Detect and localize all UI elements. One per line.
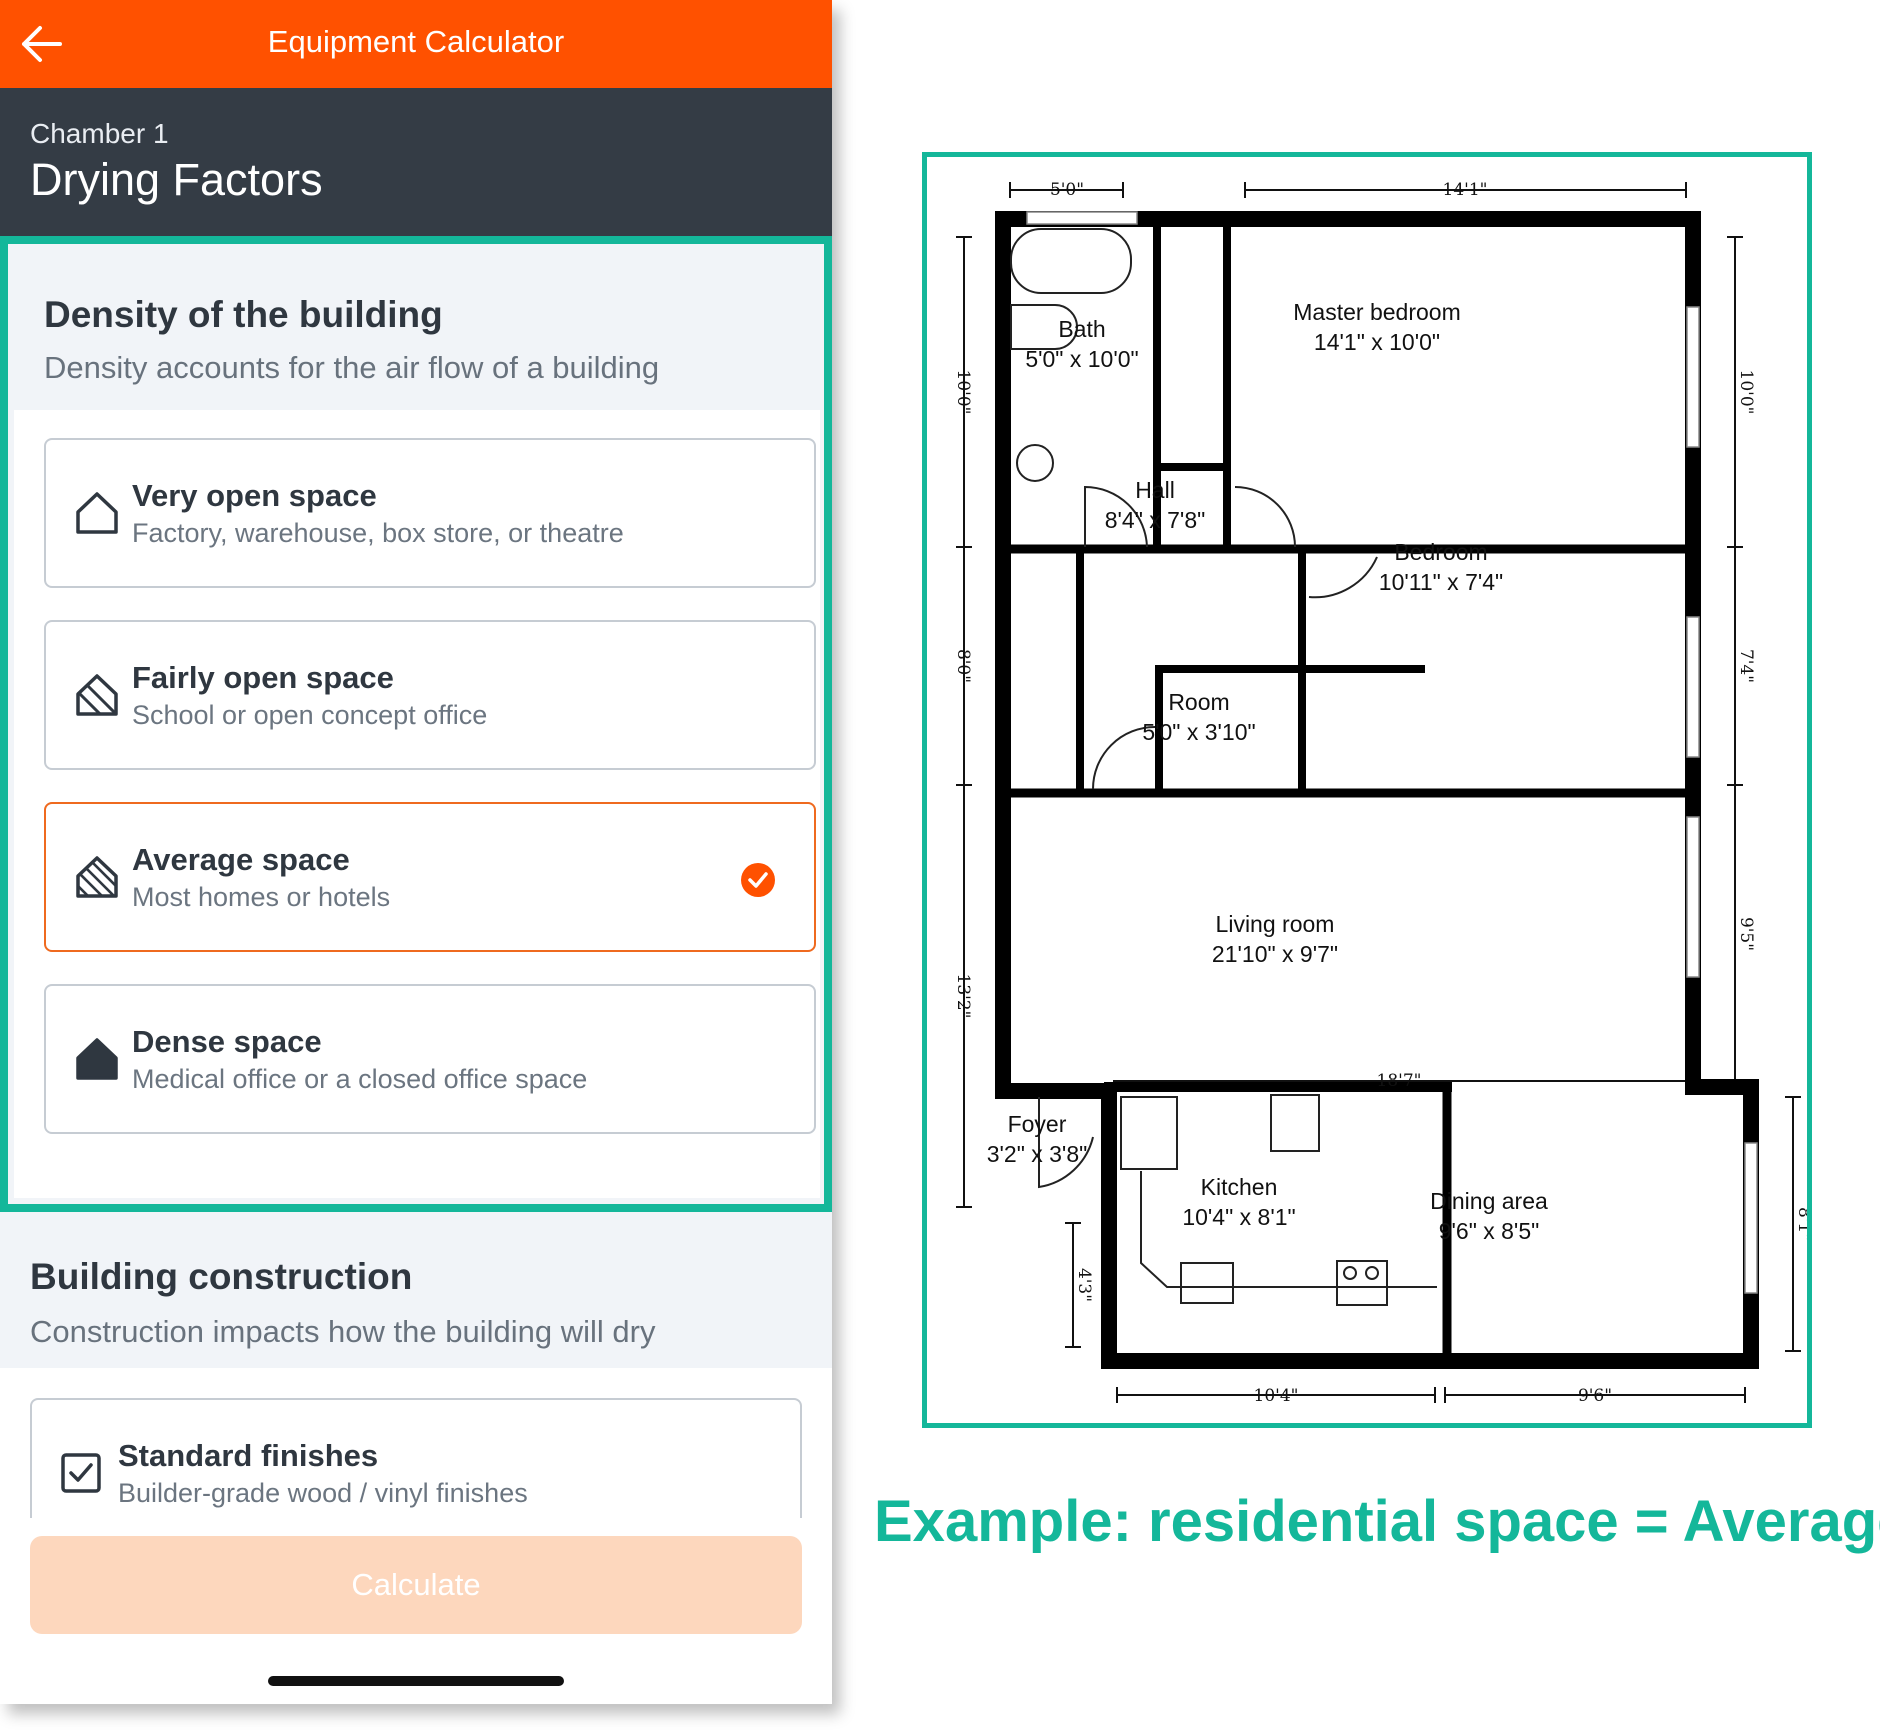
room-room-name: Room bbox=[1168, 689, 1229, 715]
dim-left-middle: 8'0" bbox=[953, 649, 973, 683]
room-kitchen-size: 10'4" x 8'1" bbox=[1182, 1204, 1295, 1230]
room-dining-area-name: Dining area bbox=[1430, 1188, 1548, 1214]
dim-right-lower: 9'5" bbox=[1736, 917, 1756, 951]
example-caption: Example: residential space = Average bbox=[874, 1489, 1880, 1554]
room-bedroom-size: 10'11" x 7'4" bbox=[1379, 569, 1503, 595]
app-bar: Equipment Calculator bbox=[0, 0, 832, 88]
construction-title: Building construction bbox=[30, 1256, 413, 1297]
room-kitchen-name: Kitchen bbox=[1201, 1174, 1278, 1200]
construction-header: Building construction Construction impac… bbox=[0, 1212, 832, 1368]
room-living-room-size: 21'10" x 9'7" bbox=[1212, 941, 1338, 967]
page-title: Drying Factors bbox=[30, 154, 323, 205]
room-master-bedroom-name: Master bedroom bbox=[1293, 299, 1460, 325]
dim-bottom-right: 9'6" bbox=[1578, 1386, 1612, 1406]
calculate-button[interactable]: Calculate bbox=[30, 1536, 802, 1634]
density-options: Very open space Factory, warehouse, box … bbox=[14, 410, 820, 1198]
option-fairly-open-space[interactable]: Fairly open space School or open concept… bbox=[44, 620, 816, 770]
app-title: Equipment Calculator bbox=[267, 24, 565, 59]
room-foyer-name: Foyer bbox=[1008, 1111, 1067, 1137]
dim-top-left: 5'0" bbox=[1050, 180, 1084, 200]
checkbox-icon bbox=[61, 1453, 101, 1493]
house-dense-hatch-icon bbox=[76, 856, 118, 898]
option-average-space[interactable]: Average space Most homes or hotels bbox=[44, 802, 816, 952]
option-subtitle: School or open concept office bbox=[132, 700, 488, 730]
phone-screen: Equipment Calculator Chamber 1 Drying Fa… bbox=[0, 0, 832, 1704]
room-foyer-size: 3'2" x 3'8" bbox=[987, 1141, 1088, 1167]
room-labels: Master bedroom 14'1" x 10'0" Bath 5'0" x… bbox=[987, 299, 1548, 1244]
page-header: Chamber 1 Drying Factors bbox=[0, 88, 832, 236]
dim-bottom-left: 10'4" bbox=[1254, 1386, 1299, 1406]
option-dense-space[interactable]: Dense space Medical office or a closed o… bbox=[44, 984, 816, 1134]
density-title: Density of the building bbox=[44, 294, 443, 335]
room-hall-size: 8'4" x 7'8" bbox=[1105, 507, 1206, 533]
dim-foyer: 4'3" bbox=[1074, 1268, 1094, 1302]
option-subtitle: Builder-grade wood / vinyl finishes bbox=[118, 1478, 528, 1508]
dim-top-right: 14'1" bbox=[1443, 180, 1488, 200]
room-room-size: 5'0" x 3'10" bbox=[1142, 719, 1255, 745]
room-dining-area-size: 9'6" x 8'5" bbox=[1439, 1218, 1540, 1244]
house-light-hatch-icon bbox=[76, 674, 118, 716]
selected-check-icon bbox=[741, 863, 775, 897]
option-subtitle: Factory, warehouse, box store, or theatr… bbox=[132, 518, 624, 548]
option-title: Dense space bbox=[132, 1024, 322, 1059]
density-subtitle: Density accounts for the air flow of a b… bbox=[44, 350, 660, 385]
dim-right-bottom: 8'1" bbox=[1794, 1207, 1807, 1241]
option-subtitle: Most homes or hotels bbox=[132, 882, 391, 912]
room-hall-name: Hall bbox=[1135, 477, 1175, 503]
room-bedroom-name: Bedroom bbox=[1394, 539, 1487, 565]
room-living-room-name: Living room bbox=[1216, 911, 1335, 937]
chamber-label: Chamber 1 bbox=[30, 118, 169, 149]
option-standard-finishes[interactable]: Standard finishes Builder-grade wood / v… bbox=[30, 1398, 802, 1518]
floor-plan-drawing: Master bedroom 14'1" x 10'0" Bath 5'0" x… bbox=[953, 180, 1814, 1406]
dim-interior: 18'7" bbox=[1377, 1071, 1422, 1091]
density-header: Density of the building Density accounts… bbox=[14, 250, 820, 410]
option-title: Standard finishes bbox=[118, 1438, 379, 1473]
option-title: Average space bbox=[132, 842, 350, 877]
room-bath-size: 5'0" x 10'0" bbox=[1025, 346, 1138, 372]
room-master-bedroom-size: 14'1" x 10'0" bbox=[1314, 329, 1440, 355]
dim-left-upper: 10'0" bbox=[953, 370, 973, 415]
option-title: Fairly open space bbox=[132, 660, 394, 695]
dim-left-lower: 13'2" bbox=[953, 974, 973, 1019]
option-very-open-space[interactable]: Very open space Factory, warehouse, box … bbox=[44, 438, 816, 588]
room-bath-name: Bath bbox=[1058, 316, 1105, 342]
option-title: Very open space bbox=[132, 478, 377, 513]
dim-right-upper: 10'0" bbox=[1736, 370, 1756, 415]
construction-subtitle: Construction impacts how the building wi… bbox=[30, 1314, 656, 1349]
dim-right-middle: 7'4" bbox=[1736, 649, 1756, 683]
home-indicator bbox=[268, 1676, 564, 1686]
house-filled-icon bbox=[76, 1038, 118, 1080]
house-outline-icon bbox=[76, 492, 118, 534]
floor-plan: Master bedroom 14'1" x 10'0" Bath 5'0" x… bbox=[922, 152, 1814, 1428]
density-section: Density of the building Density accounts… bbox=[0, 236, 832, 1212]
option-subtitle: Medical office or a closed office space bbox=[132, 1064, 588, 1094]
